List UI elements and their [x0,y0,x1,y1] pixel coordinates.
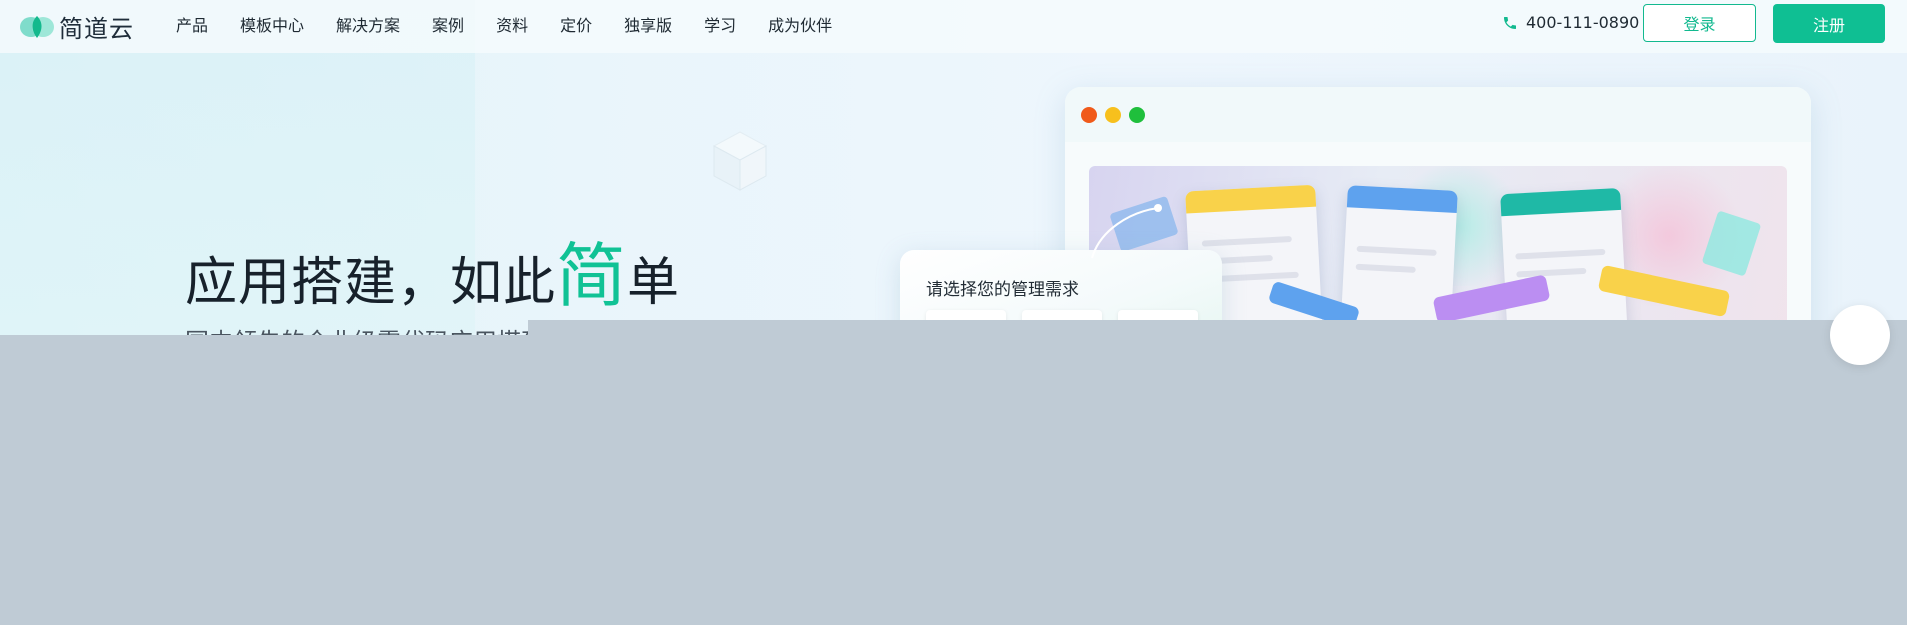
nav-item-pricing[interactable]: 定价 [560,12,592,36]
loading-overlay [0,335,1907,625]
nav-item-product[interactable]: 产品 [176,12,208,36]
nav-item-dedicated[interactable]: 独享版 [624,12,672,36]
nav-item-learn[interactable]: 学习 [704,12,736,36]
hero-title-highlight: 简 [556,235,628,317]
leaf-logo-icon [20,16,54,38]
hero-subtitle: 国内领先的企业级零代码应用搭建 [185,322,545,335]
nav-item-cases[interactable]: 案例 [432,12,464,36]
brand-name: 简道云 [59,14,134,43]
floating-circle-button[interactable] [1830,305,1890,365]
brand-logo[interactable]: 简道云 [19,10,134,43]
nav-item-templates[interactable]: 模板中心 [240,12,304,36]
hero-title-prefix: 应用搭建，如此 [185,253,557,313]
window-titlebar [1065,87,1811,142]
hero-title-suffix: 单 [627,253,681,313]
hero-section: 请选择您的管理需求 应用搭建，如此简单 国内领先的企业级零代码应用搭建 简道云 … [0,0,1907,335]
form-card-teal [1500,187,1628,335]
phone-number: 400-111-0890 [1526,13,1640,32]
nav-item-resources[interactable]: 资料 [496,12,528,36]
window-minimize-dot [1105,107,1121,123]
nav-menu: 产品 模板中心 解决方案 案例 资料 定价 独享版 学习 成为伙伴 [176,0,864,47]
top-navigation: 简道云 产品 模板中心 解决方案 案例 资料 定价 独享版 学习 成为伙伴 40… [0,0,1907,53]
login-button[interactable]: 登录 [1643,4,1756,42]
phone-contact[interactable]: 400-111-0890 [1502,13,1639,32]
phone-icon [1504,16,1516,29]
loading-overlay-top [528,320,1907,335]
curve-decoration [1091,204,1162,259]
nav-item-partner[interactable]: 成为伙伴 [768,12,832,36]
nav-item-solutions[interactable]: 解决方案 [336,12,400,36]
hero-title: 应用搭建，如此简单 [185,220,680,321]
needs-selection-title: 请选择您的管理需求 [926,280,1079,300]
window-close-dot [1081,107,1097,123]
cube-icon [712,131,768,191]
signup-button[interactable]: 注册 [1773,4,1885,43]
window-maximize-dot [1129,107,1145,123]
